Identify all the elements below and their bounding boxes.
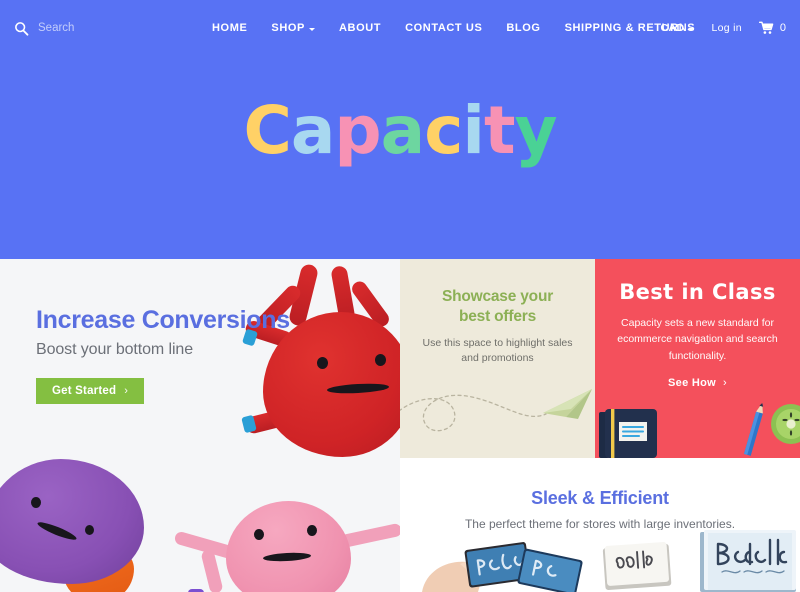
nav-item-about[interactable]: ABOUT	[339, 22, 381, 34]
logo-letter: C	[243, 92, 291, 169]
page-root: HOME SHOP ABOUT CONTACT US BLOG SHIPPING…	[0, 0, 800, 592]
logo-letter: t	[483, 92, 516, 169]
header-utilities: CAD Log in 0	[661, 0, 786, 56]
cart-button[interactable]: 0	[758, 21, 786, 35]
get-started-button[interactable]: Get Started ›	[36, 378, 145, 404]
logo-letter: c	[424, 92, 463, 169]
search-area[interactable]	[14, 21, 204, 36]
promo-red-body: Capacity sets a new standard for ecommer…	[617, 317, 778, 362]
currency-label: CAD	[660, 22, 685, 34]
nav-item-contact-us[interactable]: CONTACT US	[405, 22, 482, 34]
nav-item-blog[interactable]: BLOG	[506, 22, 540, 34]
cart-count: 0	[779, 22, 786, 34]
logo-letter: a	[380, 92, 426, 169]
promo-cream-body: Use this space to highlight sales and pr…	[422, 336, 573, 365]
promo-panel-showcase[interactable]: Showcase your best offers Use this space…	[400, 259, 595, 458]
logo-letter: i	[462, 92, 485, 169]
nav-label: ABOUT	[338, 22, 382, 34]
nav-label: HOME	[212, 22, 248, 34]
bodydoodles-product-image	[400, 530, 800, 592]
site-logo[interactable]: Capacity	[0, 98, 800, 164]
nav-item-shop[interactable]: SHOP	[271, 22, 315, 34]
shopping-cart-icon	[758, 21, 775, 35]
bottom-feature-section: Sleek & Efficient The perfect theme for …	[400, 458, 800, 592]
main-menu: HOME SHOP ABOUT CONTACT US BLOG SHIPPING…	[212, 22, 695, 34]
hero-copy: Increase Conversions Boost your bottom l…	[36, 306, 290, 404]
promo-red-illustration	[595, 400, 800, 458]
logo-letter: y	[514, 92, 558, 169]
plush-uterus-image	[173, 491, 400, 592]
promo-cream-title-line2: best offers	[458, 307, 537, 325]
nav-label: SHOP	[271, 22, 305, 34]
promo-red-title: Best in Class	[619, 280, 776, 304]
promo-cream-title-line1: Showcase your	[441, 288, 554, 305]
logo-letter: p	[334, 92, 381, 169]
button-label: Get Started	[52, 385, 117, 397]
bottom-title: Sleek & Efficient	[531, 488, 669, 508]
promo-panel-best-in-class[interactable]: Best in Class Capacity sets a new standa…	[595, 259, 800, 458]
link-label: See How	[668, 376, 716, 389]
chevron-right-icon: ›	[722, 376, 727, 389]
hero-subtitle: Boost your bottom line	[36, 341, 193, 358]
plush-liver-image	[0, 449, 154, 592]
currency-selector[interactable]: CAD	[661, 22, 695, 34]
chevron-right-icon: ›	[124, 385, 129, 397]
search-icon[interactable]	[14, 21, 29, 36]
logo-letter: a	[290, 92, 336, 169]
chevron-down-icon	[308, 27, 315, 31]
bottom-subtitle: The perfect theme for stores with large …	[464, 517, 736, 531]
paper-airplane-icon	[400, 367, 595, 458]
see-how-link[interactable]: See How ›	[595, 377, 800, 389]
nav-item-home[interactable]: HOME	[212, 22, 247, 34]
navigation-bar: HOME SHOP ABOUT CONTACT US BLOG SHIPPING…	[0, 0, 800, 56]
hero-title: Increase Conversions	[36, 306, 290, 334]
search-input[interactable]	[38, 22, 188, 34]
hero-banner: Increase Conversions Boost your bottom l…	[0, 259, 400, 592]
login-link[interactable]: Log in	[711, 22, 741, 34]
chevron-down-icon	[688, 27, 695, 31]
nav-label: CONTACT US	[405, 22, 483, 34]
promo-cream-title: Showcase your best offers	[400, 287, 595, 327]
site-header: HOME SHOP ABOUT CONTACT US BLOG SHIPPING…	[0, 0, 800, 259]
nav-label: BLOG	[506, 22, 541, 34]
